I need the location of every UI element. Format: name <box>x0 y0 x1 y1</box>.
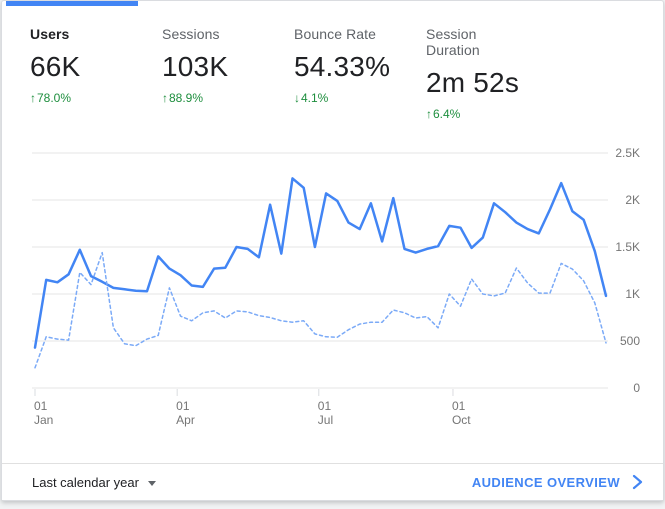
trend-down-icon: ↓ <box>294 91 300 105</box>
metric-delta: ↑6.4% <box>426 107 534 121</box>
dropdown-caret-icon <box>148 481 156 486</box>
previous-period-line <box>35 253 606 368</box>
x-axis-label-month: Jul <box>318 413 333 427</box>
x-axis-label-month: Jan <box>34 413 53 427</box>
x-axis-label-month: Oct <box>452 413 471 427</box>
y-axis-label: 2K <box>625 193 640 207</box>
metric-delta: ↓4.1% <box>294 91 402 105</box>
y-axis-label: 1K <box>625 287 640 301</box>
y-axis-label: 0 <box>633 381 640 395</box>
metric-delta: ↑88.9% <box>162 91 270 105</box>
date-range-selector[interactable]: Last calendar year <box>32 475 156 490</box>
metric-delta-value: 6.4% <box>433 107 460 121</box>
audience-overview-link[interactable]: AUDIENCE OVERVIEW <box>472 474 643 490</box>
metric-label: Sessions <box>162 26 270 42</box>
y-axis-label: 2.5K <box>615 146 640 160</box>
trend-up-icon: ↑ <box>426 107 432 121</box>
metric-delta-value: 4.1% <box>301 91 328 105</box>
metric-label: Bounce Rate <box>294 26 402 42</box>
metric-tab-bounce-rate[interactable]: Bounce Rate 54.33% ↓4.1% <box>270 1 402 119</box>
metric-value: 54.33% <box>294 51 402 83</box>
x-axis-label-day: 01 <box>34 399 48 413</box>
audience-overview-label: AUDIENCE OVERVIEW <box>472 475 620 490</box>
metric-tab-users[interactable]: Users 66K ↑78.0% <box>6 1 138 119</box>
metric-tabs: Users 66K ↑78.0% Sessions 103K ↑88.9% Bo… <box>2 1 663 119</box>
active-tab-indicator <box>6 1 138 6</box>
metric-delta-value: 78.0% <box>37 91 71 105</box>
x-axis-label-month: Apr <box>176 413 195 427</box>
chevron-right-icon <box>632 474 643 490</box>
metric-value: 103K <box>162 51 270 83</box>
trend-up-icon: ↑ <box>30 91 36 105</box>
metric-label: Session Duration <box>426 26 534 58</box>
metric-value: 2m 52s <box>426 67 534 99</box>
users-trend-chart: 05001K1.5K2K2.5K01Jan01Apr01Jul01Oct <box>2 121 665 441</box>
metric-delta: ↑78.0% <box>30 91 138 105</box>
current-period-line <box>35 178 606 347</box>
y-axis-label: 1.5K <box>615 240 640 254</box>
trend-up-icon: ↑ <box>162 91 168 105</box>
metric-value: 66K <box>30 51 138 83</box>
date-range-label: Last calendar year <box>32 475 139 490</box>
x-axis-label-day: 01 <box>176 399 190 413</box>
metric-tab-sessions[interactable]: Sessions 103K ↑88.9% <box>138 1 270 119</box>
card-footer: Last calendar year AUDIENCE OVERVIEW <box>2 463 663 500</box>
analytics-overview-card: Users 66K ↑78.0% Sessions 103K ↑88.9% Bo… <box>1 0 664 501</box>
x-axis-label-day: 01 <box>318 399 332 413</box>
metric-delta-value: 88.9% <box>169 91 203 105</box>
metric-tab-session-duration[interactable]: Session Duration 2m 52s ↑6.4% <box>402 1 534 119</box>
metric-label: Users <box>30 26 138 42</box>
y-axis-label: 500 <box>620 334 640 348</box>
x-axis-label-day: 01 <box>452 399 466 413</box>
